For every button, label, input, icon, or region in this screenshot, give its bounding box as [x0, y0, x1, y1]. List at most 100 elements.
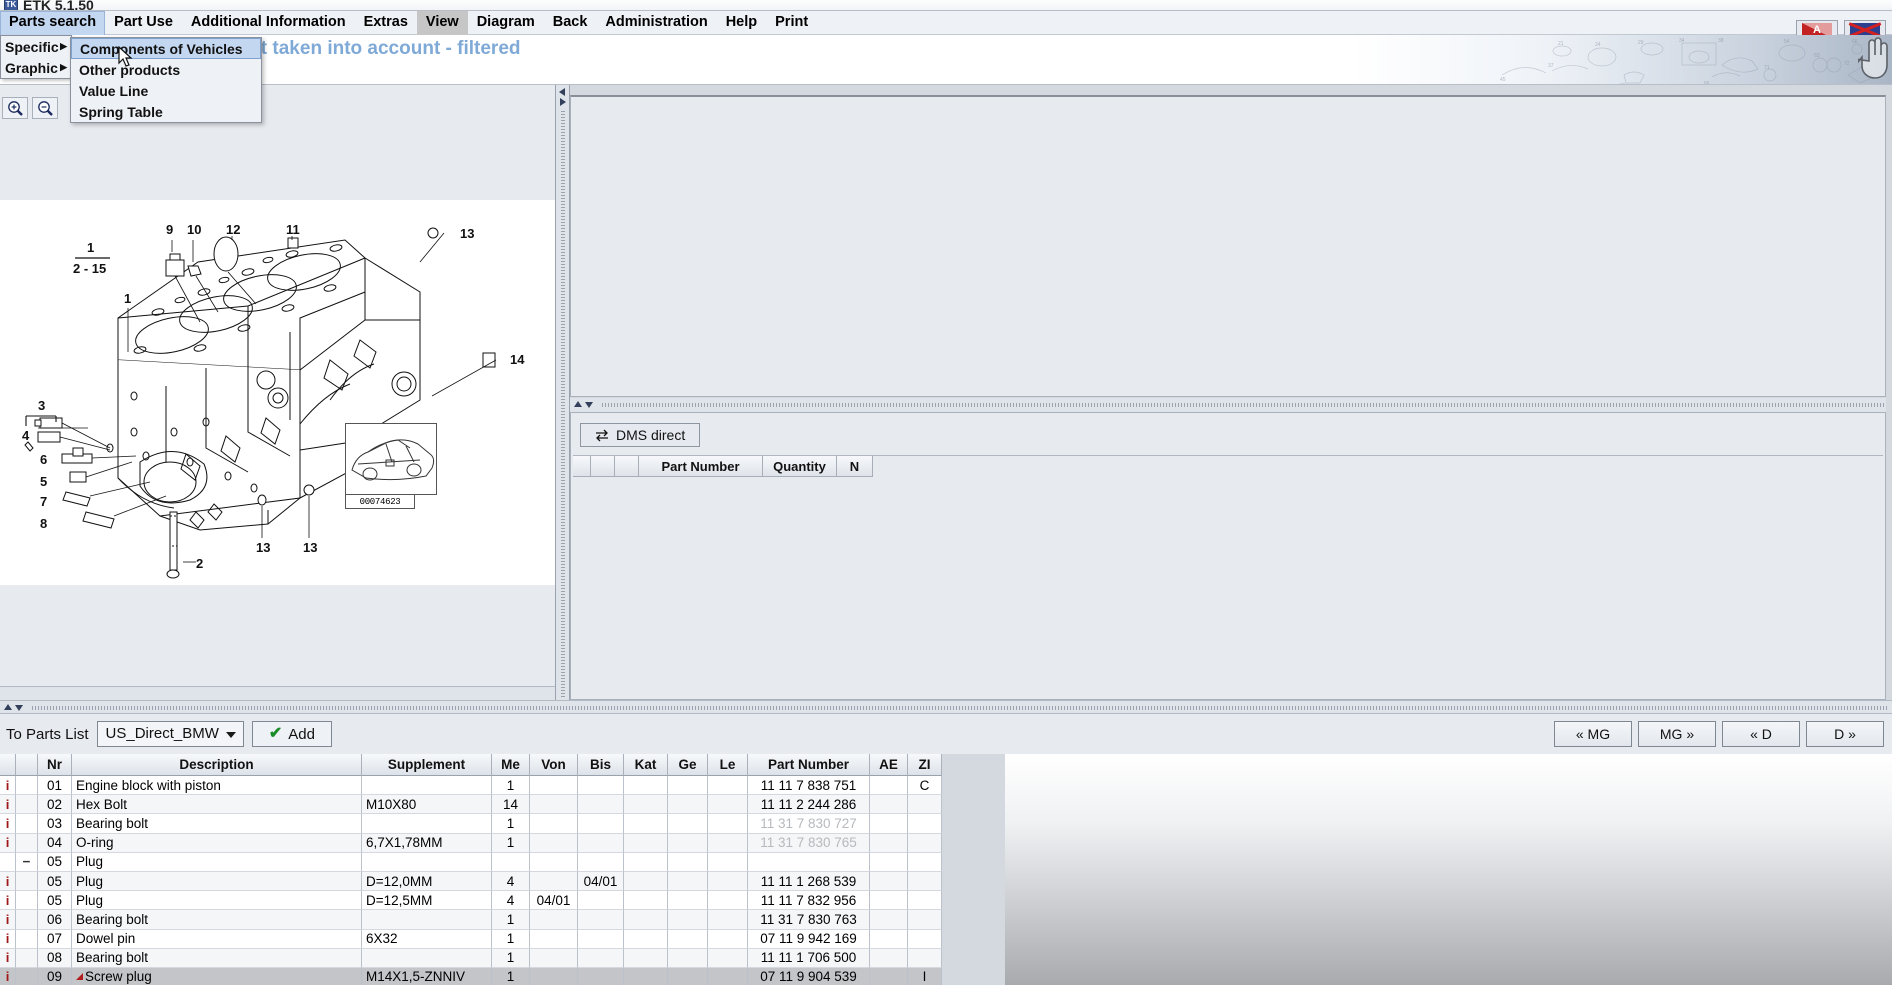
right-splitter-arrows[interactable]	[573, 400, 595, 409]
header-kat[interactable]: Kat	[624, 754, 668, 776]
table-row[interactable]: i 04 O-ring 6,7X1,78MM 1 11 31 7 830 765	[0, 833, 1005, 853]
submenu-item-components-of-vehicles[interactable]: Components of Vehicles	[71, 38, 261, 59]
cell-expand	[16, 795, 38, 815]
collapse-toggle-icon[interactable]: −	[16, 852, 38, 872]
cell-part-number: 11 11 7 832 956	[748, 891, 870, 911]
engine-block-diagram[interactable]: 1 2 - 15 1 9 10 12 11 13 14 3 4 6 5 7 8 …	[0, 200, 555, 585]
right-horizontal-splitter[interactable]	[570, 398, 1886, 412]
header-part-number[interactable]: Part Number	[748, 754, 870, 776]
cell-description: Bearing bolt	[72, 948, 362, 968]
cell-ge	[668, 967, 708, 985]
menu-administration[interactable]: Administration	[596, 11, 716, 35]
menu-print[interactable]: Print	[766, 11, 817, 35]
cell-part-number: 11 11 7 838 751	[748, 776, 870, 796]
dms-col-blank3[interactable]	[615, 456, 639, 477]
table-row[interactable]: i 09 Screw plug M14X1,5-ZNNIV 1 07 11 9 904 5…	[0, 967, 1005, 985]
info-icon[interactable]: i	[0, 776, 16, 796]
header-ae[interactable]: AE	[870, 754, 908, 776]
cell-nr: 09	[38, 967, 72, 985]
dms-col-part-number[interactable]: Part Number	[639, 456, 763, 477]
next-d-button[interactable]: D »	[1806, 721, 1884, 747]
menu-item-graphic[interactable]: Graphic ▶	[1, 57, 71, 78]
cell-supplement: 6,7X1,78MM	[362, 833, 492, 853]
menu-item-specific[interactable]: Specific ▶	[1, 36, 71, 57]
cell-kat	[624, 795, 668, 815]
info-icon[interactable]: i	[0, 814, 16, 834]
dms-col-blank1[interactable]	[573, 456, 591, 477]
table-row[interactable]: i 06 Bearing bolt 1 11 31 7 830 763	[0, 910, 1005, 930]
vertical-splitter[interactable]	[556, 85, 570, 700]
table-row[interactable]: i 08 Bearing bolt 1 11 11 1 706 500	[0, 948, 1005, 968]
splitter-arrow-icons	[559, 88, 566, 106]
cell-ae	[870, 929, 908, 949]
cell-zi	[908, 948, 942, 968]
header-expand[interactable]	[16, 754, 38, 776]
table-row[interactable]: i 03 Bearing bolt 1 11 31 7 830 727	[0, 814, 1005, 834]
parts-table[interactable]: Nr Description Supplement Me Von Bis Kat…	[0, 754, 1892, 985]
menu-back[interactable]: Back	[544, 11, 597, 35]
info-icon[interactable]: i	[0, 967, 16, 985]
info-icon[interactable]: i	[0, 795, 16, 815]
info-icon[interactable]: i	[0, 891, 16, 911]
header-supplement[interactable]: Supplement	[362, 754, 492, 776]
cell-zi	[908, 814, 942, 834]
table-row[interactable]: i 05 Plug D=12,5MM 4 04/01 11 11 7 832 956	[0, 891, 1005, 911]
dms-table-body[interactable]	[573, 477, 1883, 697]
header-description[interactable]: Description	[72, 754, 362, 776]
svg-text:54: 54	[1784, 39, 1790, 45]
menu-diagram[interactable]: Diagram	[468, 11, 544, 35]
cell-le	[708, 852, 748, 872]
info-icon[interactable]: i	[0, 948, 16, 968]
header-bis[interactable]: Bis	[578, 754, 624, 776]
next-mg-button[interactable]: MG »	[1638, 721, 1716, 747]
dms-col-blank2[interactable]	[591, 456, 615, 477]
submenu-item-value-line[interactable]: Value Line	[71, 80, 261, 101]
svg-text:4: 4	[22, 428, 30, 443]
header-le[interactable]: Le	[708, 754, 748, 776]
table-row[interactable]: −05 Plug	[0, 852, 1005, 872]
prev-mg-button[interactable]: « MG	[1554, 721, 1632, 747]
header-zi[interactable]: ZI	[908, 754, 942, 776]
splitter-collapse-arrows[interactable]	[558, 87, 567, 110]
table-row[interactable]: i 01 Engine block with piston 1 11 11 7 838 …	[0, 776, 1005, 796]
bottom-splitter-arrows[interactable]	[3, 703, 25, 712]
info-icon[interactable]: i	[0, 910, 16, 930]
header-von[interactable]: Von	[530, 754, 578, 776]
header-nr[interactable]: Nr	[38, 754, 72, 776]
zoom-in-button[interactable]	[2, 97, 28, 119]
menu-parts-search[interactable]: Parts search	[0, 10, 106, 35]
prev-d-button[interactable]: « D	[1722, 721, 1800, 747]
cell-le	[708, 910, 748, 930]
info-icon[interactable]: i	[0, 871, 16, 892]
cell-von	[530, 967, 578, 985]
cell-description-text: Screw plug	[85, 969, 152, 985]
bottom-splitter[interactable]	[0, 700, 1892, 714]
cell-supplement	[362, 948, 492, 968]
table-row[interactable]: i 02 Hex Bolt M10X80 14 11 11 2 244 286	[0, 795, 1005, 815]
parts-list-select[interactable]: US_Direct_BMW	[96, 721, 244, 747]
dms-col-quantity[interactable]: Quantity	[763, 456, 837, 477]
info-icon[interactable]: i	[0, 929, 16, 949]
zoom-out-button[interactable]	[32, 97, 58, 119]
table-row[interactable]: i 05 Plug D=12,0MM 4 04/01 11 11 1 268 539	[0, 871, 1005, 892]
cell-supplement: 6X32	[362, 929, 492, 949]
info-icon[interactable]: i	[0, 833, 16, 853]
cell-von	[530, 833, 578, 853]
menu-part-use[interactable]: Part Use	[105, 11, 182, 35]
header-info[interactable]	[0, 754, 16, 776]
header-me[interactable]: Me	[492, 754, 530, 776]
dms-direct-button[interactable]: DMS direct	[580, 423, 701, 447]
menu-view[interactable]: View	[416, 10, 468, 35]
menu-additional-information[interactable]: Additional Information	[182, 11, 355, 35]
add-button[interactable]: ✔ Add	[251, 721, 332, 747]
header-ge[interactable]: Ge	[668, 754, 708, 776]
submenu-item-spring-table[interactable]: Spring Table	[71, 101, 261, 122]
table-row[interactable]: i 07 Dowel pin 6X32 1 07 11 9 942 169	[0, 929, 1005, 949]
diagram-horizontal-scrollbar[interactable]	[0, 686, 555, 700]
banner-parts-sketch: 24 29 34 38 54 63 37 21 45 66 66 71 72 66	[1500, 38, 1875, 84]
submenu-item-other-products[interactable]: Other products	[71, 59, 261, 80]
menu-extras[interactable]: Extras	[355, 11, 417, 35]
window-title: ETK 5.1.50	[23, 0, 94, 11]
dms-col-n[interactable]: N	[837, 456, 873, 477]
menu-help[interactable]: Help	[717, 11, 766, 35]
